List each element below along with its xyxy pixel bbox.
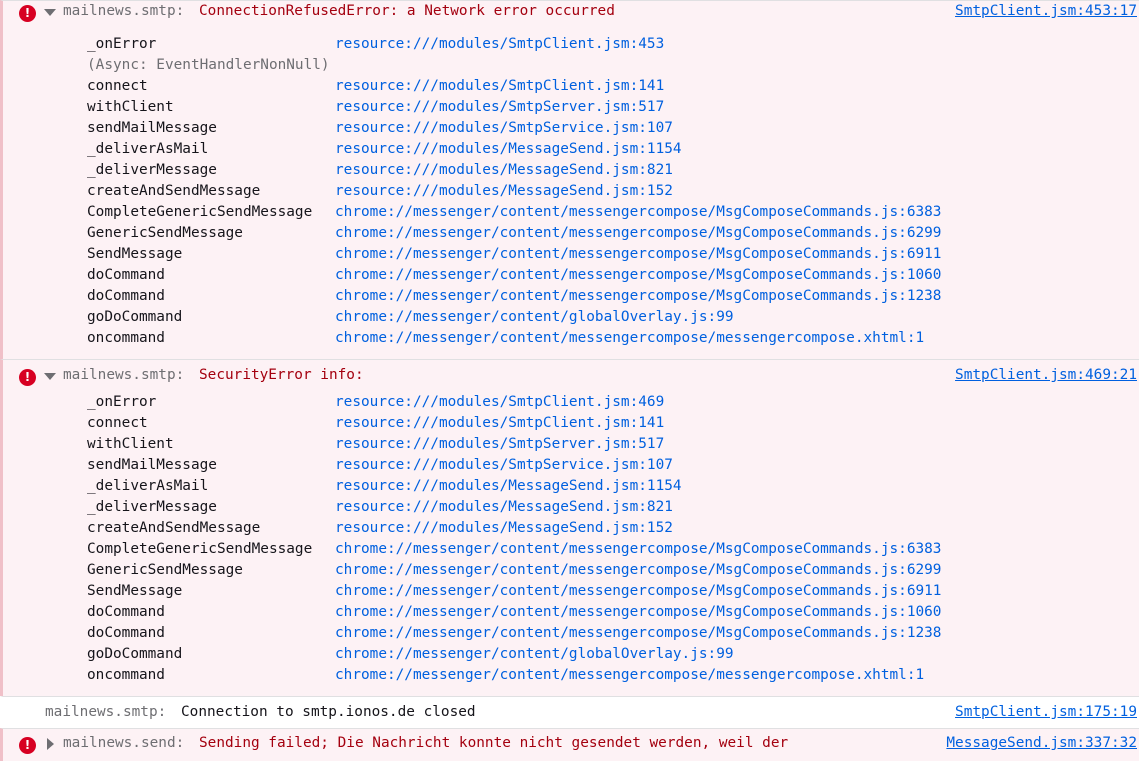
frame-function: _deliverMessage — [87, 499, 217, 515]
frame-location-link[interactable]: resource:///modules/SmtpClient.jsm:469 — [335, 394, 664, 410]
frame-location-link[interactable]: resource:///modules/SmtpService.jsm:107 — [335, 120, 673, 136]
frame-location-link[interactable]: resource:///modules/MessageSend.jsm:1154 — [335, 141, 682, 157]
frame-location-link[interactable]: chrome://messenger/content/messengercomp… — [335, 288, 941, 304]
console-message-error[interactable]: ! mailnews.send: Sending failed; Die Nac… — [0, 728, 1139, 761]
frame-location-link[interactable]: resource:///modules/SmtpClient.jsm:141 — [335, 78, 664, 94]
message-source-link[interactable]: SmtpClient.jsm:469:21 — [955, 367, 1137, 383]
frame-function: withClient — [87, 99, 174, 115]
frame-location-link[interactable]: resource:///modules/SmtpClient.jsm:141 — [335, 415, 664, 431]
frame-location-link[interactable]: chrome://messenger/content/messengercomp… — [335, 625, 941, 641]
error-icon: ! — [19, 737, 36, 754]
frame-function: doCommand — [87, 625, 165, 641]
frame-function: _deliverAsMail — [87, 478, 209, 494]
message-text: SecurityError info: — [199, 367, 364, 383]
frame-function: _deliverAsMail — [87, 141, 209, 157]
frame-location-link[interactable]: resource:///modules/MessageSend.jsm:152 — [335, 183, 673, 199]
frame-function: doCommand — [87, 604, 165, 620]
frame-function: connect — [87, 78, 148, 94]
message-header: ! mailnews.smtp: ConnectionRefusedError:… — [3, 1, 1139, 22]
frame-function: SendMessage — [87, 246, 183, 262]
console-message-error[interactable]: ! mailnews.smtp: ConnectionRefusedError:… — [0, 0, 1139, 359]
message-source-link[interactable]: SmtpClient.jsm:453:17 — [955, 3, 1137, 19]
message-text: ConnectionRefusedError: a Network error … — [199, 3, 615, 19]
message-prefix: mailnews.smtp: — [45, 704, 167, 720]
chevron-right-icon[interactable] — [47, 738, 54, 750]
frame-location-link[interactable]: chrome://messenger/content/messengercomp… — [335, 330, 924, 346]
frame-function: sendMailMessage — [87, 457, 217, 473]
frame-location-link[interactable]: chrome://messenger/content/globalOverlay… — [335, 646, 734, 662]
frame-location-link[interactable]: chrome://messenger/content/messengercomp… — [335, 225, 941, 241]
frame-location-link[interactable]: resource:///modules/MessageSend.jsm:821 — [335, 499, 673, 515]
message-text: Sending failed; Die Nachricht konnte nic… — [199, 735, 789, 751]
frame-function: SendMessage — [87, 583, 183, 599]
frame-location-link[interactable]: chrome://messenger/content/globalOverlay… — [335, 309, 734, 325]
frame-function: _onError — [87, 36, 157, 52]
frame-function: goDoCommand — [87, 309, 183, 325]
frame-location-link[interactable]: chrome://messenger/content/messengercomp… — [335, 204, 941, 220]
frame-function: createAndSendMessage — [87, 520, 261, 536]
frame-function: goDoCommand — [87, 646, 183, 662]
frame-location-link[interactable]: chrome://messenger/content/messengercomp… — [335, 246, 941, 262]
frame-function: GenericSendMessage — [87, 562, 243, 578]
frame-function: CompleteGenericSendMessage — [87, 541, 313, 557]
frame-location-link[interactable]: resource:///modules/SmtpService.jsm:107 — [335, 457, 673, 473]
message-prefix: mailnews.smtp: — [63, 3, 185, 19]
console-output: ! mailnews.smtp: ConnectionRefusedError:… — [0, 0, 1139, 761]
frame-function: oncommand — [87, 330, 165, 346]
frame-location-link[interactable]: resource:///modules/MessageSend.jsm:821 — [335, 162, 673, 178]
frame-function: (Async: EventHandlerNonNull) — [87, 57, 330, 73]
frame-location-link[interactable]: resource:///modules/SmtpServer.jsm:517 — [335, 436, 664, 452]
message-prefix: mailnews.send: — [63, 735, 185, 751]
frame-function: sendMailMessage — [87, 120, 217, 136]
console-message-log[interactable]: mailnews.smtp: Connection to smtp.ionos.… — [0, 696, 1139, 728]
frame-location-link[interactable]: resource:///modules/MessageSend.jsm:1154 — [335, 478, 682, 494]
message-header: ! mailnews.smtp: SecurityError info: Smt… — [3, 365, 1139, 386]
frame-location-link[interactable]: chrome://messenger/content/messengercomp… — [335, 667, 924, 683]
message-prefix: mailnews.smtp: — [63, 367, 185, 383]
frame-location-link[interactable]: resource:///modules/SmtpServer.jsm:517 — [335, 99, 664, 115]
error-icon: ! — [19, 5, 36, 22]
chevron-down-icon[interactable] — [44, 373, 56, 380]
frame-function: _onError — [87, 394, 157, 410]
frame-location-link[interactable]: chrome://messenger/content/messengercomp… — [335, 267, 941, 283]
frame-location-link[interactable]: chrome://messenger/content/messengercomp… — [335, 604, 941, 620]
message-source-link[interactable]: SmtpClient.jsm:175:19 — [955, 704, 1137, 720]
message-source-link[interactable]: MessageSend.jsm:337:32 — [946, 735, 1137, 751]
frame-function: withClient — [87, 436, 174, 452]
chevron-down-icon[interactable] — [44, 9, 56, 16]
frame-function: GenericSendMessage — [87, 225, 243, 241]
frame-function: CompleteGenericSendMessage — [87, 204, 313, 220]
frame-location-link[interactable]: chrome://messenger/content/messengercomp… — [335, 562, 941, 578]
frame-function: doCommand — [87, 288, 165, 304]
frame-location-link[interactable]: resource:///modules/MessageSend.jsm:152 — [335, 520, 673, 536]
frame-location-link[interactable]: chrome://messenger/content/messengercomp… — [335, 541, 941, 557]
frame-function: createAndSendMessage — [87, 183, 261, 199]
message-header: mailnews.smtp: Connection to smtp.ionos.… — [3, 702, 1139, 723]
frame-location-link[interactable]: resource:///modules/SmtpClient.jsm:453 — [335, 36, 664, 52]
message-text: Connection to smtp.ionos.de closed — [181, 704, 476, 720]
console-message-error[interactable]: ! mailnews.smtp: SecurityError info: Smt… — [0, 359, 1139, 696]
frame-function: doCommand — [87, 267, 165, 283]
frame-function: connect — [87, 415, 148, 431]
frame-location-link[interactable]: chrome://messenger/content/messengercomp… — [335, 583, 941, 599]
message-header: ! mailnews.send: Sending failed; Die Nac… — [3, 733, 1139, 754]
frame-function: oncommand — [87, 667, 165, 683]
frame-function: _deliverMessage — [87, 162, 217, 178]
error-icon: ! — [19, 369, 36, 386]
